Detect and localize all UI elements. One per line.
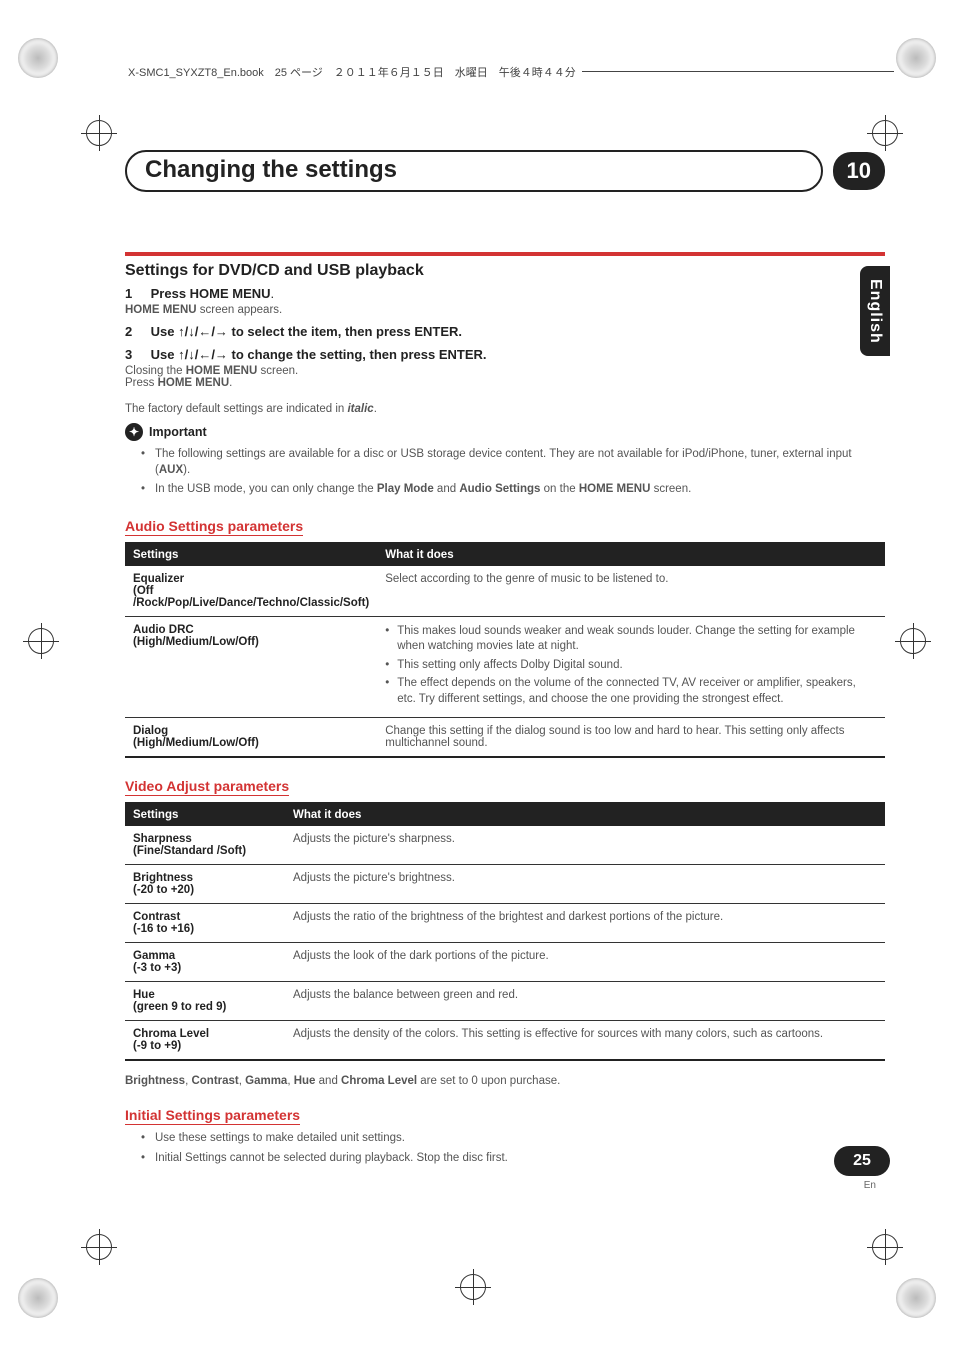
table-row: Contrast(-16 to +16) Adjusts the ratio o… bbox=[125, 904, 885, 943]
audio-settings-table: Settings What it does Equalizer (Off /Ro… bbox=[125, 542, 885, 759]
print-mark-cross bbox=[460, 1274, 486, 1300]
print-mark-corner bbox=[18, 38, 58, 78]
important-label: Important bbox=[149, 425, 207, 439]
audio-settings-heading: Audio Settings parameters bbox=[125, 518, 303, 536]
table-desc: Change this setting if the dialog sound … bbox=[377, 718, 885, 758]
table-desc-list: This makes loud sounds weaker and weak s… bbox=[385, 624, 877, 708]
table-row: Hue(green 9 to red 9) Adjusts the balanc… bbox=[125, 982, 885, 1021]
list-item: The following settings are available for… bbox=[145, 447, 885, 478]
list-item: In the USB mode, you can only change the… bbox=[145, 482, 885, 498]
step-1-sub: HOME MENU screen appears. bbox=[125, 304, 885, 316]
chapter-title: Changing the settings bbox=[125, 150, 823, 192]
initial-settings-heading: Initial Settings parameters bbox=[125, 1107, 300, 1125]
step-text-bold: Press HOME MENU bbox=[151, 286, 271, 301]
step-3: 3 Use ↑/↓/←/→ to change the setting, the… bbox=[125, 347, 885, 362]
print-mark-corner bbox=[896, 1278, 936, 1318]
table-row: Equalizer (Off /Rock/Pop/Live/Dance/Tech… bbox=[125, 566, 885, 617]
video-footnote: Brightness, Contrast, Gamma, Hue and Chr… bbox=[125, 1075, 885, 1087]
print-mark-cross bbox=[900, 628, 926, 654]
list-item: This setting only affects Dolby Digital … bbox=[385, 658, 877, 674]
print-mark-cross bbox=[872, 1234, 898, 1260]
table-row: Brightness(-20 to +20) Adjusts the pictu… bbox=[125, 865, 885, 904]
chapter-number: 10 bbox=[833, 152, 885, 190]
step-3-sub2: Press HOME MENU. bbox=[125, 377, 885, 389]
step-2: 2 Use ↑/↓/←/→ to select the item, then p… bbox=[125, 324, 885, 339]
step-number: 3 bbox=[125, 347, 147, 362]
table-row: Sharpness(Fine/Standard /Soft) Adjusts t… bbox=[125, 826, 885, 865]
initial-settings-list: Use these settings to make detailed unit… bbox=[125, 1131, 885, 1166]
chapter-header: Changing the settings 10 bbox=[125, 150, 885, 192]
table-row: Gamma(-3 to +3) Adjusts the look of the … bbox=[125, 943, 885, 982]
list-item: Initial Settings cannot be selected duri… bbox=[145, 1151, 885, 1167]
arrow-keys-icon: ↑/↓/←/→ bbox=[178, 324, 228, 339]
video-adjust-heading: Video Adjust parameters bbox=[125, 778, 289, 796]
arrow-keys-icon: ↑/↓/←/→ bbox=[178, 347, 228, 362]
list-item: This makes loud sounds weaker and weak s… bbox=[385, 624, 877, 655]
print-mark-corner bbox=[896, 38, 936, 78]
list-item: Use these settings to make detailed unit… bbox=[145, 1131, 885, 1147]
print-mark-cross bbox=[28, 628, 54, 654]
step-number: 2 bbox=[125, 324, 147, 339]
table-desc: Adjusts the look of the dark portions of… bbox=[285, 943, 885, 982]
page-language-code: En bbox=[864, 1180, 876, 1191]
table-row: Audio DRC (High/Medium/Low/Off) This mak… bbox=[125, 616, 885, 718]
table-row: Chroma Level(-9 to +9) Adjusts the densi… bbox=[125, 1021, 885, 1061]
table-header-desc: What it does bbox=[377, 543, 885, 566]
list-item: The effect depends on the volume of the … bbox=[385, 676, 877, 707]
section-title: Settings for DVD/CD and USB playback bbox=[125, 260, 885, 280]
step-3-sub: Closing the HOME MENU screen. bbox=[125, 365, 885, 377]
table-row: Dialog (High/Medium/Low/Off) Change this… bbox=[125, 718, 885, 758]
table-header-settings: Settings bbox=[125, 543, 377, 566]
page-number-badge: 25 bbox=[834, 1146, 890, 1176]
table-header-desc: What it does bbox=[285, 803, 885, 826]
table-desc: Adjusts the density of the colors. This … bbox=[285, 1021, 885, 1061]
print-mark-corner bbox=[18, 1278, 58, 1318]
table-desc: Select according to the genre of music t… bbox=[377, 566, 885, 617]
print-mark-cross bbox=[872, 120, 898, 146]
page-number: 25 bbox=[853, 1153, 871, 1169]
step-number: 1 bbox=[125, 286, 147, 301]
table-desc: Adjusts the picture's sharpness. bbox=[285, 826, 885, 865]
factory-default-note: The factory default settings are indicat… bbox=[125, 403, 885, 415]
print-mark-cross bbox=[86, 1234, 112, 1260]
step-1: 1 Press HOME MENU. bbox=[125, 286, 885, 301]
section-divider bbox=[125, 252, 885, 256]
table-desc: Adjusts the picture's brightness. bbox=[285, 865, 885, 904]
table-desc: Adjusts the balance between green and re… bbox=[285, 982, 885, 1021]
header-filename-line: X-SMC1_SYXZT8_En.book 25 ページ ２０１１年６月１５日 … bbox=[122, 71, 894, 80]
table-desc: Adjusts the ratio of the brightness of t… bbox=[285, 904, 885, 943]
table-header-settings: Settings bbox=[125, 803, 285, 826]
important-heading: ✦ Important bbox=[125, 423, 885, 441]
video-adjust-table: Settings What it does Sharpness(Fine/Sta… bbox=[125, 802, 885, 1061]
print-mark-cross bbox=[86, 120, 112, 146]
important-list: The following settings are available for… bbox=[125, 447, 885, 498]
important-icon: ✦ bbox=[125, 423, 143, 441]
header-filename: X-SMC1_SYXZT8_En.book 25 ページ ２０１１年６月１５日 … bbox=[122, 64, 582, 80]
